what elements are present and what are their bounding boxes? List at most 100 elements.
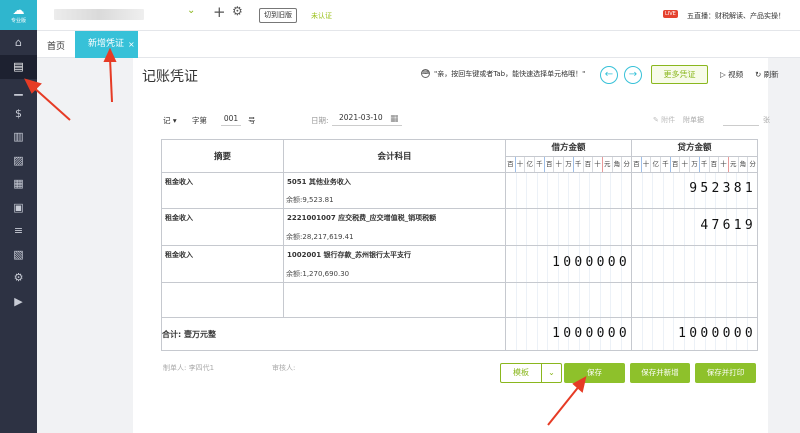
digit-place-label: 亿: [650, 157, 660, 172]
auditor-label: 审核人:: [272, 364, 296, 372]
previous-arrow-icon[interactable]: ←: [600, 66, 618, 84]
money-bag-icon[interactable]: $: [0, 102, 37, 126]
summary-cell[interactable]: [161, 282, 284, 318]
debit-cell[interactable]: [505, 172, 632, 209]
summary-cell[interactable]: 租金收入: [161, 245, 284, 283]
digit-place-label: 百: [543, 157, 554, 172]
digit-place-label: 元: [601, 157, 612, 172]
debit-digit-row: 百十亿千百十万千百十元角分: [506, 157, 631, 172]
digit-place-label: 元: [727, 157, 738, 172]
gear-icon[interactable]: ⚙: [232, 4, 243, 18]
debit-cell[interactable]: 1000000: [505, 245, 632, 283]
credit-header: 贷方金额 百十亿千百十万千百十元角分: [631, 139, 758, 173]
summary-header: 摘要: [161, 139, 284, 173]
table-row[interactable]: 租金收入 2221001007 应交税费_应交增值税_销项税额 余额:28,217…: [161, 208, 758, 246]
total-row: 合计: 壹万元整 1000000 1000000: [161, 317, 758, 351]
digit-place-label: 百: [633, 160, 640, 168]
credit-cell[interactable]: 952381: [631, 172, 758, 209]
logo[interactable]: ☁ 专业版: [0, 0, 37, 30]
settings-icon[interactable]: ⚙: [0, 266, 37, 290]
voucher-number-input[interactable]: 001: [221, 114, 241, 126]
date-label: 日期:: [311, 116, 329, 125]
save-button[interactable]: 保存: [564, 363, 625, 383]
total-label: 合计: 壹万元整: [161, 317, 506, 351]
summary-cell[interactable]: 租金收入: [161, 208, 284, 246]
table-row[interactable]: 租金收入 1002001 银行存款_苏州银行太平支行 余额:1,270,690.3…: [161, 245, 758, 283]
digit-place-label: 千: [572, 157, 583, 172]
digit-place-label: 角: [611, 157, 622, 172]
digit-place-label: 十: [718, 157, 728, 172]
digit-place-label: 分: [621, 157, 631, 172]
template-button[interactable]: 模板 ⌄: [500, 363, 562, 383]
edition-label: 专业版: [10, 18, 26, 24]
tab-new-voucher[interactable]: 新增凭证 ×: [75, 31, 138, 58]
table-row[interactable]: [161, 282, 758, 318]
ledger-icon[interactable]: ▥: [0, 125, 37, 149]
credit-cell[interactable]: [631, 245, 758, 283]
close-icon[interactable]: ×: [128, 31, 135, 58]
credit-amount: 952381: [689, 181, 756, 196]
chevron-down-icon[interactable]: ⌄: [541, 364, 561, 382]
voucher-icon[interactable]: ▤: [0, 54, 37, 79]
calendar-icon[interactable]: ▦: [390, 114, 399, 124]
tab-bar: 首页 新增凭证 ×: [37, 31, 800, 58]
debit-cell[interactable]: [505, 282, 632, 318]
credit-cell[interactable]: [631, 282, 758, 318]
next-arrow-icon[interactable]: →: [624, 66, 642, 84]
table-row[interactable]: 租金收入 5051 其他业务收入 余额:9,523.81 952381: [161, 172, 758, 209]
plus-icon[interactable]: +: [213, 3, 226, 21]
refresh-label: 刷新: [763, 70, 779, 79]
tab-home[interactable]: 首页: [47, 39, 65, 52]
play-circle-icon: ▷: [720, 70, 726, 79]
doc-icon[interactable]: ▧: [0, 243, 37, 267]
more-vouchers-button[interactable]: 更多凭证: [651, 65, 708, 84]
live-link[interactable]: 五直播：财税解读、产品实操！: [687, 11, 785, 21]
caret-down-icon: ▾: [172, 116, 177, 125]
digit-place-label: 万: [689, 157, 699, 172]
digit-place-label: 角: [737, 157, 748, 172]
digit-place-label: 百: [582, 157, 593, 172]
save-and-new-button[interactable]: 保存并新增: [630, 363, 690, 383]
play-icon[interactable]: ▶: [0, 290, 37, 314]
top-bar: ⌄ + ⚙ 切到旧版 未认证 LIVE 五直播：财税解读、产品实操！ ☊: [37, 0, 800, 31]
summary-cell[interactable]: 租金收入: [161, 172, 284, 209]
account-cell[interactable]: 1002001 银行存款_苏州银行太平支行 余额:1,270,690.30: [283, 245, 506, 283]
chevron-down-icon[interactable]: ⌄: [187, 5, 195, 16]
account-cell[interactable]: [283, 282, 506, 318]
company-name[interactable]: [54, 9, 144, 20]
docs-count-input[interactable]: [723, 125, 759, 126]
page-title: 记账凭证: [142, 69, 198, 85]
voucher-word-select[interactable]: 记 ▾: [163, 115, 177, 126]
building-icon[interactable]: ▦: [0, 172, 37, 196]
voucher-panel: 记账凭证 ⌨ "亲，按回车键或者Tab，能快速选择单元格哦！" ← → 更多凭证…: [133, 58, 779, 433]
word-label: 字第: [192, 116, 207, 125]
report-icon[interactable]: ▣: [0, 196, 37, 220]
refresh-link[interactable]: ↻ 刷新: [755, 69, 779, 80]
credit-cell[interactable]: 47619: [631, 208, 758, 246]
video-link[interactable]: ▷ 视频: [720, 69, 743, 80]
account-cell[interactable]: 5051 其他业务收入 余额:9,523.81: [283, 172, 506, 209]
debit-amount: 1000000: [552, 255, 630, 270]
save-and-print-button[interactable]: 保存并打印: [695, 363, 756, 383]
paperclip-icon: ✎: [653, 116, 659, 124]
attachment-link[interactable]: ✎ 附件: [653, 115, 675, 125]
balance-text: 余额:28,217,619.41: [286, 233, 354, 241]
annotation-arrow-sidebar: [31, 85, 71, 121]
tip-text: "亲，按回车键或者Tab，能快速选择单元格哦！": [434, 70, 586, 78]
live-badge: LIVE: [663, 10, 678, 18]
debit-cell[interactable]: [505, 208, 632, 246]
unverified-status[interactable]: 未认证: [311, 11, 332, 21]
image-icon[interactable]: ▨: [0, 149, 37, 173]
digit-place-label: 万: [563, 157, 573, 172]
account-text: 5051 其他业务收入: [287, 178, 351, 186]
account-cell[interactable]: 2221001007 应交税费_应交增值税_销项税额 余额:28,217,619.…: [283, 208, 506, 246]
home-icon[interactable]: ⌂: [0, 31, 37, 55]
balance-text: 余额:9,523.81: [286, 196, 334, 204]
chart-icon[interactable]: ▁: [0, 78, 37, 102]
sidebar: ☁ 专业版 ⌂ ▤ ▁ $ ▥ ▨ ▦ ▣ ≡ ▧ ⚙ ▶: [0, 0, 37, 433]
summary-text: 租金收入: [165, 178, 193, 186]
switch-old-version-button[interactable]: 切到旧版: [259, 8, 297, 23]
total-debit-cell: 1000000: [505, 317, 632, 351]
annotation-arrow-tab: [109, 57, 113, 103]
stack-icon[interactable]: ≡: [0, 219, 37, 243]
